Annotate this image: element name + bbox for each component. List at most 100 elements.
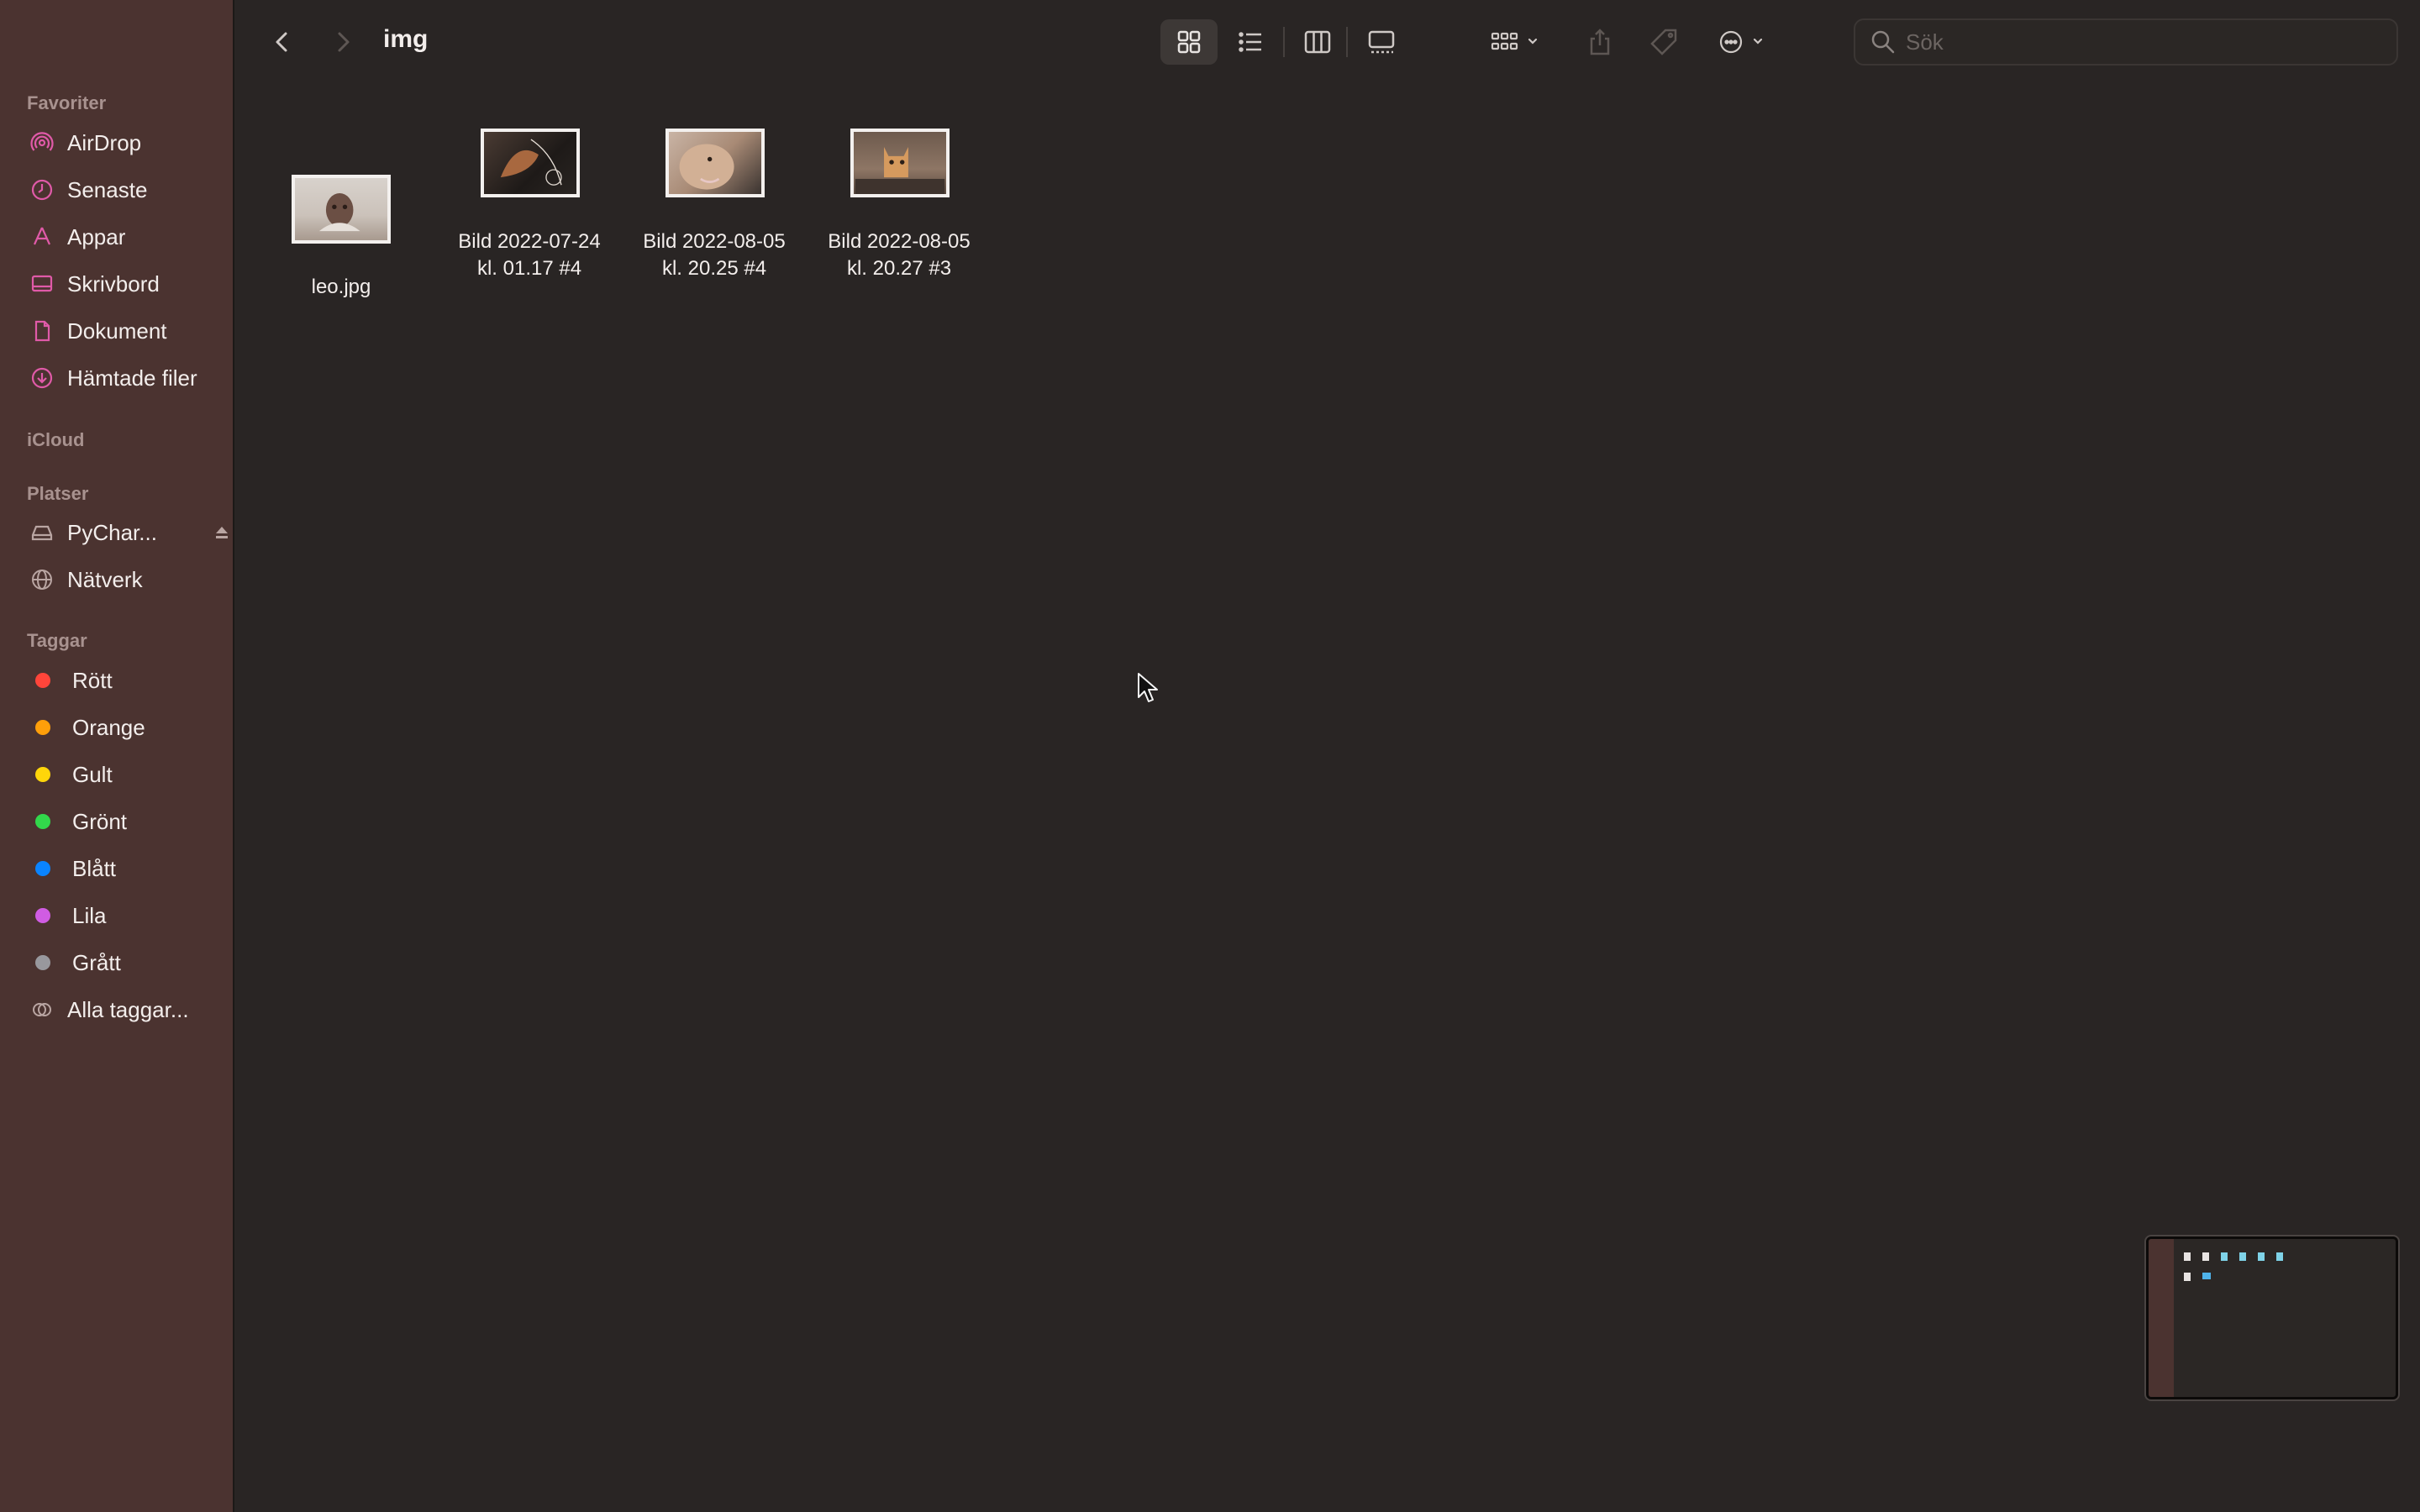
preview-folder-icon <box>2202 1273 2211 1279</box>
file-name-line-2: kl. 01.17 #4 <box>476 257 582 280</box>
preview-file-icon <box>2258 1252 2265 1261</box>
gallery-view-button[interactable] <box>1365 25 1398 59</box>
file-name-line-2: kl. 20.25 #4 <box>661 257 767 280</box>
sidebar-item-label: Nätverk <box>67 566 143 592</box>
sidebar-item-tag-rott[interactable]: Rött <box>30 662 224 699</box>
tag-button[interactable] <box>1647 25 1681 59</box>
list-icon <box>1239 32 1261 52</box>
sidebar-item-label: PyChar... <box>67 519 157 545</box>
sidebar-item-tag-gratt[interactable]: Grått <box>30 944 224 981</box>
sidebar-item-airdrop[interactable]: AirDrop <box>30 124 224 161</box>
sidebar-item-tag-gult[interactable]: Gult <box>30 756 224 793</box>
sidebar-item-label: Orange <box>72 714 145 740</box>
photo-image <box>318 193 360 232</box>
mouse-cursor-icon <box>1138 673 1158 702</box>
back-button[interactable] <box>266 25 299 59</box>
sidebar-item-skrivbord[interactable]: Skrivbord <box>30 265 224 302</box>
tag-dot-icon <box>35 908 50 923</box>
apps-icon <box>30 225 54 249</box>
tag-dot-icon <box>35 955 50 970</box>
sidebar-item-appar[interactable]: Appar <box>30 218 224 255</box>
search-field[interactable] <box>1854 18 2398 66</box>
share-icon <box>1590 29 1610 55</box>
download-icon <box>30 366 54 390</box>
sidebar-item-tag-orange[interactable]: Orange <box>30 709 224 746</box>
section-header-icloud: iCloud <box>27 429 85 450</box>
sidebar-item-pycharm[interactable]: PyChar... <box>30 514 228 551</box>
file-name-line-2: kl. 20.27 #3 <box>846 257 952 280</box>
sidebar-item-label: Senaste <box>67 176 148 202</box>
chevron-right-icon <box>338 32 350 52</box>
sidebar-item-tag-blatt[interactable]: Blått <box>30 850 224 887</box>
window-title: img <box>383 25 429 53</box>
preview-file-icon <box>2202 1252 2209 1261</box>
file-thumbnail-bild-2[interactable] <box>666 129 765 197</box>
preview-sidebar <box>2149 1239 2174 1397</box>
forward-button[interactable] <box>326 25 360 59</box>
preview-file-icon <box>2184 1252 2191 1261</box>
file-thumbnail-bild-3[interactable] <box>850 129 950 197</box>
document-icon <box>30 319 54 343</box>
more-actions-button[interactable] <box>1714 25 1771 59</box>
photo-image <box>500 139 562 186</box>
sidebar-item-alla-taggar[interactable]: Alla taggar... <box>30 991 224 1028</box>
sidebar-item-label: Grönt <box>72 808 128 834</box>
desktop-icon <box>30 272 54 296</box>
search-icon <box>1871 30 1895 54</box>
sidebar-item-natverk[interactable]: Nätverk <box>30 561 224 598</box>
share-button[interactable] <box>1583 25 1617 59</box>
column-view-button[interactable] <box>1301 25 1334 59</box>
sidebar-item-tag-gront[interactable]: Grönt <box>30 803 224 840</box>
tag-dot-icon <box>35 767 50 782</box>
file-name-bild-1[interactable]: Bild 2022-07-24 kl. 01.17 #4 <box>437 228 622 282</box>
file-name-leo[interactable]: leo.jpg <box>249 274 434 301</box>
section-header-favorites: Favoriter <box>27 92 107 113</box>
file-name-line-1: Bild 2022-08-05 <box>828 230 971 253</box>
group-icon <box>1491 32 1538 50</box>
list-view-button[interactable] <box>1234 25 1267 59</box>
tag-icon <box>1650 29 1677 55</box>
preview-file-icon <box>2184 1273 2191 1281</box>
sidebar: Favoriter AirDrop Senaste Appar Skrivbor… <box>0 0 234 1512</box>
sidebar-item-label: Rött <box>72 667 113 693</box>
file-name-bild-2[interactable]: Bild 2022-08-05 kl. 20.25 #4 <box>622 228 807 282</box>
sidebar-item-dokument[interactable]: Dokument <box>30 312 224 349</box>
clock-icon <box>30 178 54 202</box>
all-tags-icon <box>30 998 54 1021</box>
file-name-line-1: Bild 2022-07-24 <box>458 230 601 253</box>
gallery-icon <box>1368 30 1395 54</box>
tag-dot-icon <box>35 673 50 688</box>
preview-file-icon <box>2276 1252 2283 1261</box>
group-by-button[interactable] <box>1489 25 1544 59</box>
icon-view-button[interactable] <box>1172 25 1206 59</box>
search-input[interactable] <box>1904 28 2378 56</box>
sidebar-item-senaste[interactable]: Senaste <box>30 171 224 208</box>
sidebar-item-hamtade-filer[interactable]: Hämtade filer <box>30 360 224 396</box>
sidebar-item-label: Dokument <box>67 318 167 344</box>
file-thumbnail-leo[interactable] <box>292 175 391 244</box>
file-name-line-1: Bild 2022-08-05 <box>643 230 786 253</box>
photo-image <box>679 144 734 190</box>
sidebar-item-label: Lila <box>72 902 107 928</box>
eject-icon[interactable] <box>212 522 232 543</box>
sidebar-item-label: Appar <box>67 223 126 249</box>
sidebar-item-label: Blått <box>72 855 117 881</box>
sidebar-item-label: Hämtade filer <box>67 365 197 391</box>
columns-icon <box>1304 30 1331 54</box>
file-thumbnail-bild-1[interactable] <box>481 129 580 197</box>
file-name-bild-3[interactable]: Bild 2022-08-05 kl. 20.27 #3 <box>807 228 992 282</box>
sidebar-item-label: Grått <box>72 949 121 975</box>
tag-dot-icon <box>35 814 50 829</box>
grid-icon <box>1177 30 1201 54</box>
sidebar-item-label: Skrivbord <box>67 270 160 297</box>
drive-icon <box>30 521 54 544</box>
section-header-platser: Platser <box>27 483 89 504</box>
screenshot-preview-thumbnail[interactable] <box>2146 1236 2398 1399</box>
chevron-left-icon <box>276 32 287 52</box>
sidebar-item-tag-lila[interactable]: Lila <box>30 897 224 934</box>
toolbar-separator <box>1346 27 1348 57</box>
toolbar-separator <box>1283 27 1285 57</box>
preview-file-icon <box>2239 1252 2246 1261</box>
tag-dot-icon <box>35 861 50 876</box>
ellipsis-circle-icon <box>1719 30 1763 54</box>
